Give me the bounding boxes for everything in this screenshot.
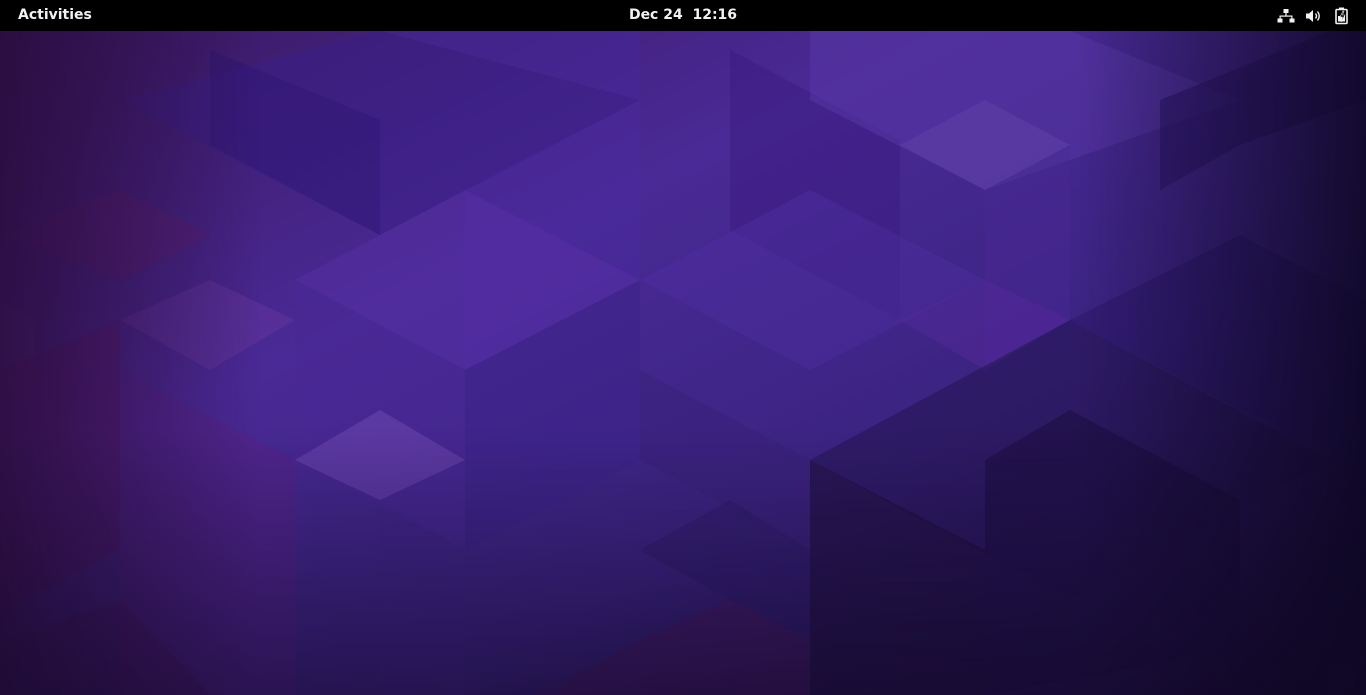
desktop-wallpaper <box>0 31 1366 695</box>
activities-button[interactable]: Activities <box>8 0 102 31</box>
system-tray[interactable] <box>1270 0 1358 31</box>
battery-charging-icon <box>1330 0 1354 31</box>
desktop-screen: Activities Dec 24 12:16 <box>0 0 1366 695</box>
top-bar: Activities Dec 24 12:16 <box>0 0 1366 31</box>
network-wired-icon <box>1274 0 1298 31</box>
clock-time: 12:16 <box>692 7 738 23</box>
volume-icon <box>1302 0 1326 31</box>
clock-button[interactable]: Dec 24 12:16 <box>619 0 747 31</box>
clock-date: Dec 24 <box>628 7 683 23</box>
